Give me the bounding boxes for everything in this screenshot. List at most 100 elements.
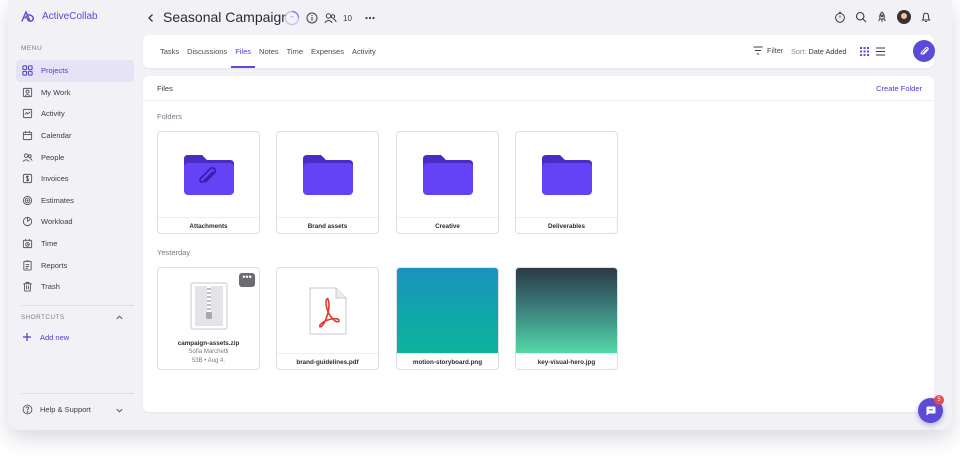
sidebar-item-my-work[interactable]: My Work — [16, 82, 134, 104]
app-name: ActiveCollab — [42, 11, 98, 22]
filter-button[interactable]: Filter — [753, 46, 783, 55]
chevron-down-icon[interactable] — [115, 406, 124, 415]
chat-unread-badge: 5 — [934, 395, 944, 405]
folder-card[interactable]: Brand assets — [276, 131, 379, 234]
sidebar-item-label: Reports — [41, 260, 68, 270]
sidebar-item-calendar[interactable]: Calendar — [16, 125, 134, 147]
folder-card[interactable]: Deliverables — [515, 131, 618, 234]
folder-icon — [422, 154, 473, 195]
files-panel: Files Create Folder Folders Attachments — [143, 76, 934, 412]
help-support-button[interactable]: Help & Support — [22, 404, 91, 415]
sidebar-item-label: Invoices — [41, 174, 69, 184]
more-options-button[interactable]: ••• — [239, 273, 255, 287]
people-icon — [22, 153, 33, 162]
sidebar-item-label: Calendar — [41, 131, 72, 141]
pdf-file-icon — [309, 287, 346, 334]
file-name: motion-storyboard.png — [397, 353, 498, 369]
file-thumbnail — [277, 268, 378, 353]
sidebar-item-reports[interactable]: Reports — [16, 254, 134, 276]
tab-time[interactable]: Time — [283, 35, 307, 68]
project-tabs: Tasks Discussions Files Notes Time Expen… — [156, 35, 380, 68]
sidebar-item-workload[interactable]: Workload — [16, 211, 134, 233]
sidebar-item-trash[interactable]: Trash — [16, 276, 134, 298]
zip-archive-icon — [190, 282, 227, 330]
upload-attachment-button[interactable] — [913, 40, 935, 62]
sidebar-item-label: My Work — [41, 87, 71, 97]
files-header: Files Create Folder — [143, 76, 934, 101]
members-icon[interactable] — [324, 12, 337, 24]
sidebar-item-projects[interactable]: Projects — [16, 60, 134, 82]
app-window: ActiveCollab MENU Projects My Work Activ… — [8, 0, 952, 430]
folder-name: Deliverables — [516, 217, 617, 233]
bell-icon[interactable] — [920, 11, 932, 23]
tab-activity[interactable]: Activity — [348, 35, 380, 68]
tab-expenses[interactable]: Expenses — [307, 35, 348, 68]
sidebar-item-label: Workload — [41, 217, 73, 227]
workload-icon — [22, 217, 33, 227]
file-name: brand-guidelines.pdf — [277, 353, 378, 369]
project-header-actions: 10 — [284, 10, 376, 26]
folder-icon — [302, 154, 353, 195]
chevron-up-icon[interactable] — [115, 313, 124, 322]
activecollab-logo-icon — [21, 10, 35, 22]
project-title: Seasonal Campaign — [163, 9, 290, 25]
folder-thumbnail — [277, 132, 378, 217]
image-thumbnail — [516, 268, 617, 353]
create-folder-link[interactable]: Create Folder — [876, 84, 922, 93]
image-thumbnail — [397, 268, 498, 353]
time-icon — [22, 238, 33, 249]
shortcuts-label: SHORTCUTS — [21, 314, 65, 321]
sort-value: Date Added — [808, 47, 847, 56]
tab-tasks[interactable]: Tasks — [156, 35, 183, 68]
tab-files[interactable]: Files — [231, 35, 255, 68]
menu-label: MENU — [21, 45, 43, 52]
sidebar-item-time[interactable]: Time — [16, 233, 134, 255]
user-avatar[interactable] — [897, 10, 911, 24]
sidebar-item-label: Trash — [41, 282, 60, 292]
folder-card[interactable]: Attachments — [157, 131, 260, 234]
search-icon[interactable] — [855, 11, 867, 23]
sidebar-item-label: People — [41, 152, 65, 162]
grid-icon — [22, 65, 33, 76]
folder-thumbnail — [516, 132, 617, 217]
sidebar-item-label: Estimates — [41, 195, 74, 205]
more-options-icon[interactable] — [364, 12, 376, 24]
tab-discussions[interactable]: Discussions — [183, 35, 231, 68]
sidebar-item-estimates[interactable]: Estimates — [16, 190, 134, 212]
stopwatch-icon[interactable] — [834, 11, 846, 23]
add-new-shortcut-button[interactable]: Add new — [22, 332, 69, 342]
file-card[interactable]: brand-guidelines.pdf — [276, 267, 379, 370]
estimate-icon — [22, 195, 33, 205]
folder-card[interactable]: Creative — [396, 131, 499, 234]
app-logo[interactable]: ActiveCollab — [20, 10, 98, 23]
sidebar-divider — [21, 305, 134, 306]
chat-bubble-icon — [926, 406, 935, 415]
folder-name: Attachments — [158, 217, 259, 233]
sidebar-item-label: Activity — [41, 109, 65, 119]
back-arrow-icon[interactable] — [145, 12, 157, 24]
info-icon[interactable] — [306, 12, 318, 24]
grid-view-icon[interactable] — [860, 47, 869, 56]
filter-label: Filter — [767, 46, 784, 55]
file-card[interactable]: motion-storyboard.png — [396, 267, 499, 370]
file-card[interactable]: ••• campaign-assets.zip Sofia Marchetti … — [157, 267, 260, 370]
sidebar-item-activity[interactable]: Activity — [16, 103, 134, 125]
plus-icon — [23, 333, 31, 341]
folder-name: Creative — [397, 217, 498, 233]
invoice-icon — [22, 174, 33, 184]
help-label: Help & Support — [40, 405, 91, 414]
file-card[interactable]: key-visual-hero.jpg — [515, 267, 618, 370]
file-author: Sofia Marchetti — [188, 349, 229, 355]
folder-icon — [541, 154, 592, 195]
sidebar-item-invoices[interactable]: Invoices — [16, 168, 134, 190]
progress-ring-icon[interactable] — [284, 10, 300, 26]
file-meta: 53B • Aug 4. — [191, 358, 226, 364]
list-view-icon[interactable] — [876, 47, 885, 56]
sort-dropdown[interactable]: Sort: Date Added — [791, 47, 847, 56]
yesterday-section-label: Yesterday — [157, 248, 191, 257]
tab-notes[interactable]: Notes — [255, 35, 283, 68]
sidebar-item-people[interactable]: People — [16, 146, 134, 168]
members-count: 10 — [343, 13, 352, 23]
sort-prefix: Sort: — [791, 47, 807, 56]
rocket-icon[interactable] — [876, 11, 888, 23]
